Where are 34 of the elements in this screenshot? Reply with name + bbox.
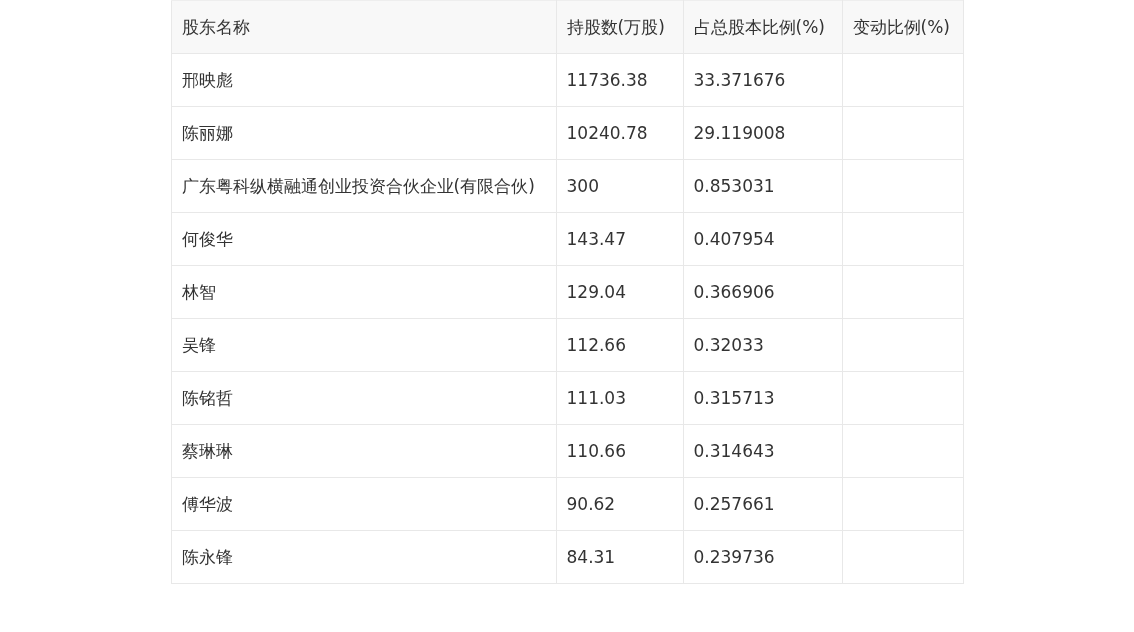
table-cell: 傅华波 (171, 477, 556, 531)
table-cell: 0.407954 (683, 212, 842, 266)
table-cell: 广东粤科纵横融通创业投资合伙企业(有限合伙) (171, 159, 556, 213)
table-cell: 吴锋 (171, 318, 556, 372)
table-cell: 0.315713 (683, 371, 842, 425)
table-cell: 陈丽娜 (171, 106, 556, 160)
table-cell: 129.04 (556, 265, 683, 319)
table-cell: 蔡琳琳 (171, 424, 556, 478)
table-cell: 112.66 (556, 318, 683, 372)
table-cell: 11736.38 (556, 53, 683, 107)
column-header: 占总股本比例(%) (683, 0, 842, 54)
table-cell: 何俊华 (171, 212, 556, 266)
table-cell: 邢映彪 (171, 53, 556, 107)
column-header: 股东名称 (171, 0, 556, 54)
column-header: 持股数(万股) (556, 0, 683, 54)
table-cell: 0.853031 (683, 159, 842, 213)
table-cell: 111.03 (556, 371, 683, 425)
table-cell: 0.32033 (683, 318, 842, 372)
table-cell: 300 (556, 159, 683, 213)
table-cell: 林智 (171, 265, 556, 319)
table-cell: 143.47 (556, 212, 683, 266)
table-cell: 33.371676 (683, 53, 842, 107)
table-cell: 90.62 (556, 477, 683, 531)
table-cell: 陈永锋 (171, 530, 556, 584)
column-header: 变动比例(%) (842, 0, 963, 54)
table-cell: 110.66 (556, 424, 683, 478)
table-cell: 29.119008 (683, 106, 842, 160)
table-cell: 0.366906 (683, 265, 842, 319)
table-cell: 0.257661 (683, 477, 842, 531)
table-cell: 10240.78 (556, 106, 683, 160)
table-cell: 0.314643 (683, 424, 842, 478)
table-cell: 0.239736 (683, 530, 842, 584)
table-cell: 84.31 (556, 530, 683, 584)
table-cell: 陈铭哲 (171, 371, 556, 425)
